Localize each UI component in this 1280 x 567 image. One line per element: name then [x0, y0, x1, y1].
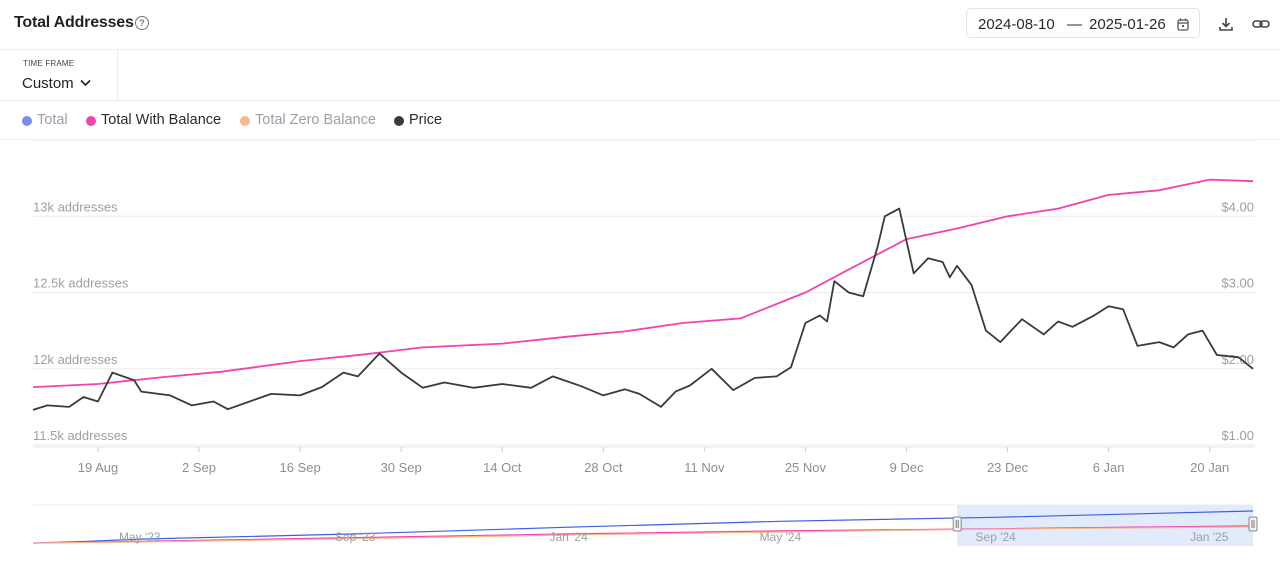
right-axis-tick-label: $3.00: [1221, 276, 1254, 291]
right-axis-tick-label: $1.00: [1221, 428, 1254, 443]
date-from[interactable]: 2024-08-10: [978, 16, 1055, 33]
chart-title: Total Addresses: [14, 14, 134, 31]
series-layer: [32, 178, 1254, 411]
x-axis-tick-label: 2 Sep: [182, 460, 216, 475]
x-axis-tick-label: 30 Sep: [381, 460, 422, 475]
help-icon[interactable]: ?: [135, 16, 149, 30]
date-separator: —: [1067, 16, 1082, 33]
x-axis-tick-label: 19 Aug: [78, 460, 119, 475]
x-axis-ticks: 19 Aug 2 Sep 16 Sep 30 Sep 14 Oct 28 Oct 11 No…: [78, 447, 1229, 475]
legend-marker: [394, 116, 404, 126]
legend-label: Total: [37, 112, 68, 128]
handle-grip: [952, 516, 962, 532]
left-axis-tick-label: 11.5k addresses: [33, 428, 128, 443]
chart-header: Total Addresses ? 2024-08-10 — 2025-01-2…: [0, 0, 1280, 50]
range-navigator[interactable]: May '23 Sep '23 Jan '24 May '24 Sep '24 Jan '…: [0, 500, 1280, 560]
legend-label: Total Zero Balance: [255, 112, 376, 128]
navigator-handle-left[interactable]: [952, 516, 962, 532]
x-axis-tick-label: 16 Sep: [279, 460, 320, 475]
right-axis-ticks: $1.00$2.00$3.00$4.00$5.00: [1221, 199, 1254, 443]
legend-marker: [86, 116, 96, 126]
legend-marker: [22, 116, 32, 126]
left-axis-tick-label: 13k addresses: [33, 199, 118, 214]
x-axis-tick-label: 23 Dec: [987, 460, 1029, 475]
x-axis-tick-label: 25 Nov: [785, 460, 827, 475]
divider: [0, 100, 1280, 101]
x-axis-tick-label: 14 Oct: [483, 460, 522, 475]
chevron-down-icon[interactable]: [80, 79, 91, 87]
link-icon[interactable]: [1252, 16, 1270, 32]
legend-label: Total With Balance: [101, 112, 222, 128]
left-axis-tick-label: 12.5k addresses: [33, 276, 129, 291]
left-axis-tick-label: 12k addresses: [33, 352, 118, 367]
navigator-tick-label: Jan '24: [549, 530, 588, 544]
time-frame-selector[interactable]: TIME FRAME Custom: [0, 50, 118, 100]
x-axis-tick-label: 28 Oct: [584, 460, 623, 475]
grid-layer: [33, 140, 1255, 448]
navigator-tick-label: Jan '25: [1190, 530, 1229, 544]
navigator-tick-label: Sep '23: [335, 530, 376, 544]
x-axis-tick-label: 6 Jan: [1093, 460, 1125, 475]
legend-marker: [240, 116, 250, 126]
calendar-icon[interactable]: [1177, 18, 1189, 31]
handle-grip: [1248, 516, 1258, 532]
navigator-tick-label: May '24: [760, 530, 802, 544]
date-to[interactable]: 2025-01-26: [1089, 16, 1166, 33]
navigator-tick-label: May '23: [119, 530, 161, 544]
series-line-price: [32, 207, 1254, 411]
date-range-picker[interactable]: 2024-08-10 — 2025-01-26: [966, 8, 1200, 38]
left-axis-ticks: 11.5k addresses 12k addresses 12.5k addres…: [33, 199, 129, 443]
series-line-total-with-balance: [32, 178, 1254, 388]
download-icon[interactable]: [1218, 16, 1234, 32]
legend-label: Price: [409, 112, 443, 128]
right-axis-tick-label: $2.00: [1221, 352, 1254, 367]
x-axis-tick-label: 20 Jan: [1190, 460, 1229, 475]
right-axis-tick-label: $4.00: [1221, 199, 1254, 214]
x-axis-tick-label: 9 Dec: [890, 460, 924, 475]
navigator-tick-label: Sep '24: [976, 530, 1017, 544]
navigator-handle-right[interactable]: [1248, 516, 1258, 532]
x-axis-tick-label: 11 Nov: [684, 460, 725, 475]
time-frame-label: TIME FRAME: [23, 59, 75, 68]
time-frame-value[interactable]: Custom: [22, 75, 74, 92]
main-chart[interactable]: 11.5k addresses 12k addresses 12.5k addres…: [0, 140, 1280, 485]
